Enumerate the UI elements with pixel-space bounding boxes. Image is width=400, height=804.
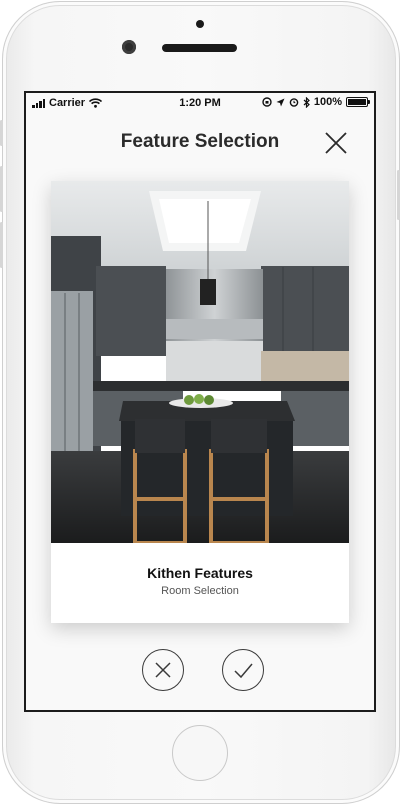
mute-switch (0, 120, 3, 146)
earpiece-speaker (162, 44, 237, 52)
battery-icon (346, 97, 370, 107)
checkmark-icon (234, 663, 253, 679)
card-subtitle: Room Selection (161, 585, 239, 597)
proximity-sensor (196, 20, 204, 28)
reject-button[interactable] (142, 649, 184, 691)
accept-button[interactable] (222, 649, 264, 691)
kitchen-photo (51, 181, 349, 543)
app-screen: Carrier 1:20 PM 100% Feature Selection K… (24, 91, 376, 712)
bluetooth-icon (303, 96, 310, 108)
location-icon (276, 98, 285, 106)
volume-up-button (0, 166, 3, 212)
close-icon (325, 132, 347, 154)
volume-down-button (0, 222, 3, 268)
status-bar: Carrier 1:20 PM 100% (26, 93, 374, 113)
front-camera (122, 40, 136, 54)
home-button[interactable] (172, 725, 228, 781)
card-title: Kithen Features (147, 565, 253, 581)
rotation-lock-icon (262, 97, 272, 107)
alarm-icon (289, 98, 299, 107)
x-icon (155, 662, 171, 678)
page-title: Feature Selection (120, 131, 280, 152)
feature-card[interactable]: Kithen Features Room Selection (51, 181, 349, 623)
close-button[interactable] (324, 131, 348, 155)
battery-percent: 100% (313, 96, 342, 108)
